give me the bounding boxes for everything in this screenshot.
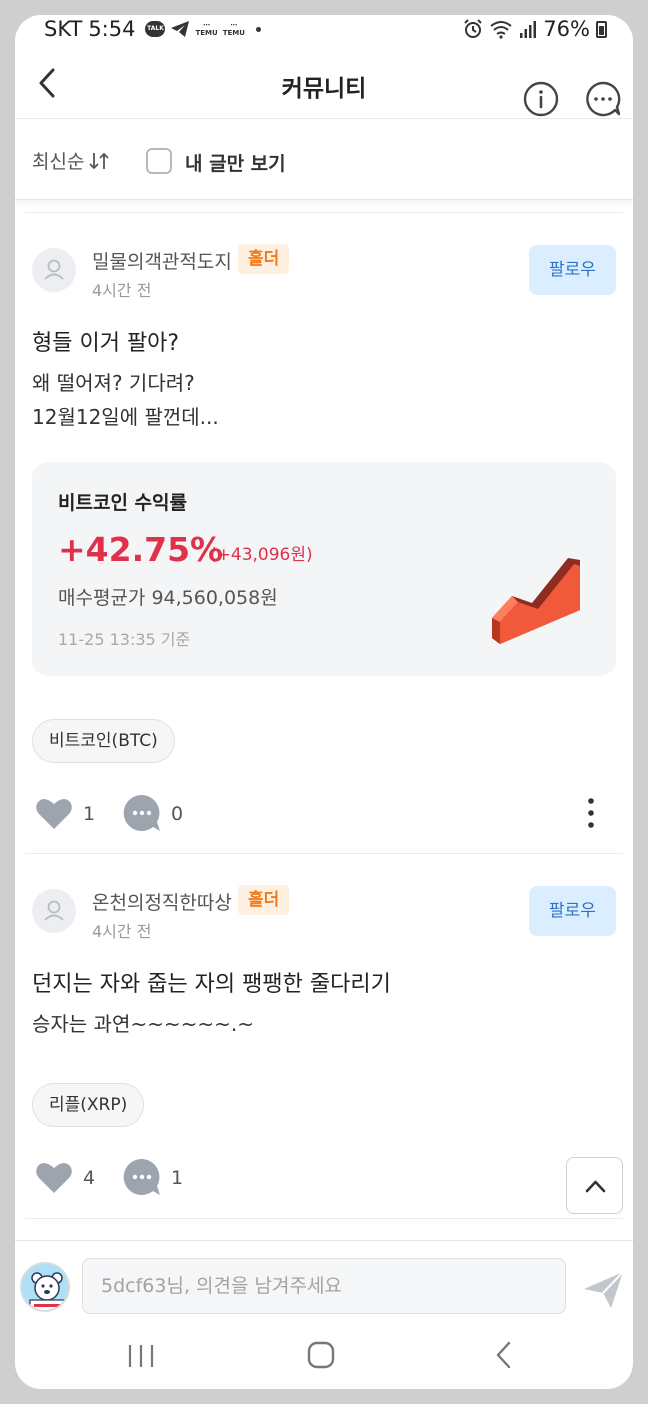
profit-timestamp: 11-25 13:35 기준 <box>58 630 191 649</box>
status-left: SKT 5:54 TALK ⋯ TEMU ⋯ TEMU <box>44 17 261 41</box>
signal-icon <box>520 21 537 38</box>
clock-label: 5:54 <box>88 17 136 41</box>
kakaotalk-icon: TALK <box>145 21 166 37</box>
user-icon <box>44 900 64 921</box>
comment-input[interactable] <box>82 1258 566 1314</box>
send-icon[interactable] <box>581 1269 627 1311</box>
post-body-line: 왜 떨어져? 기다려? <box>32 371 195 395</box>
status-bar: SKT 5:54 TALK ⋯ TEMU ⋯ TEMU 76% <box>15 15 633 49</box>
more-notifications-icon <box>255 26 261 32</box>
comment-count: 1 <box>171 1167 184 1189</box>
sort-icon <box>89 152 110 169</box>
heart-icon[interactable] <box>34 1157 74 1197</box>
filter-bar: 최신순 내 글만 보기 <box>15 120 633 200</box>
comment-bar <box>15 1240 633 1324</box>
more-options-icon[interactable] <box>581 795 601 831</box>
like-count: 4 <box>83 1167 96 1189</box>
battery-label: 76% <box>543 17 590 41</box>
system-nav-bar <box>15 1325 633 1389</box>
telegram-icon <box>171 21 190 37</box>
post-body-line: 12월12일에 팔껀데... <box>32 405 219 429</box>
post-title[interactable]: 형들 이거 팔아? <box>32 325 179 357</box>
author-avatar[interactable] <box>32 248 76 292</box>
comment-icon[interactable] <box>122 793 162 833</box>
post-body-line: 승자는 과연~~~~~~.~ <box>32 1012 255 1036</box>
coin-tag[interactable]: 비트코인(BTC) <box>32 719 175 763</box>
coin-tag[interactable]: 리플(XRP) <box>32 1083 145 1127</box>
profit-amount: (+43,096원) <box>210 545 313 565</box>
top-app-bar: 커뮤니티 <box>15 49 633 119</box>
profit-percent: +42.75% <box>58 530 224 569</box>
temu-icon: ⋯ TEMU <box>222 21 245 37</box>
post-time: 4시간 전 <box>92 281 152 300</box>
recent-apps-button[interactable] <box>121 1337 161 1373</box>
app-screen: SKT 5:54 TALK ⋯TEMU ⋯TEMU 76% 커뮤니티 최신순 <box>15 15 633 1389</box>
follow-button[interactable]: 팔로우 <box>529 886 616 936</box>
comment-count: 0 <box>171 803 184 825</box>
alarm-icon <box>464 19 483 38</box>
temu-icon: ⋯ TEMU <box>195 21 218 37</box>
info-icon[interactable] <box>523 81 559 117</box>
divider <box>25 1218 623 1219</box>
my-posts-label[interactable]: 내 글만 보기 <box>185 149 286 176</box>
user-icon <box>44 259 64 280</box>
author-name[interactable]: 온천의정직한따상 <box>92 888 232 915</box>
battery-icon <box>596 20 607 38</box>
scroll-to-top-button[interactable] <box>566 1157 623 1214</box>
notification-icons: TALK ⋯ TEMU ⋯ TEMU <box>145 20 261 38</box>
post-card: 온천의정직한따상 홀더 4시간 전 팔로우 던지는 자와 줍는 자의 팽팽한 줄… <box>15 854 633 1218</box>
author-avatar[interactable] <box>32 889 76 933</box>
bear-avatar-icon <box>22 1264 68 1310</box>
like-count: 1 <box>83 803 96 825</box>
author-name[interactable]: 밀물의객관적도지 <box>92 247 232 274</box>
average-price: 매수평균가 94,560,058원 <box>58 587 278 609</box>
profit-card-title: 비트코인 수익률 <box>58 492 187 514</box>
holder-badge: 홀더 <box>238 244 290 274</box>
wifi-icon <box>490 21 512 39</box>
my-avatar[interactable] <box>20 1262 70 1312</box>
post-title[interactable]: 던지는 자와 줍는 자의 팽팽한 줄다리기 <box>32 966 391 998</box>
sort-label: 최신순 <box>32 151 85 173</box>
chat-icon[interactable] <box>585 81 621 117</box>
holder-badge: 홀더 <box>238 885 290 915</box>
comment-icon[interactable] <box>122 1157 162 1197</box>
status-right: 76% <box>463 17 607 41</box>
post-body[interactable]: 왜 떨어져? 기다려? 12월12일에 팔껀데... <box>32 366 219 434</box>
post-body[interactable]: 승자는 과연~~~~~~.~ <box>32 1007 254 1041</box>
chevron-up-icon <box>585 1180 606 1193</box>
my-posts-checkbox[interactable] <box>146 148 172 174</box>
carrier-label: SKT <box>44 17 83 41</box>
heart-icon[interactable] <box>34 793 74 833</box>
sort-dropdown[interactable]: 최신순 <box>32 147 110 174</box>
system-back-button[interactable] <box>485 1337 525 1373</box>
post-time: 4시간 전 <box>92 922 152 941</box>
follow-button[interactable]: 팔로우 <box>529 245 616 295</box>
rising-chart-icon <box>492 558 580 644</box>
profit-card[interactable]: 비트코인 수익률 +42.75% (+43,096원) 매수평균가 94,560… <box>32 462 616 676</box>
home-button[interactable] <box>301 1337 341 1373</box>
post-card: 밀물의객관적도지 홀더 4시간 전 팔로우 형들 이거 팔아? 왜 떨어져? 기… <box>15 213 633 853</box>
